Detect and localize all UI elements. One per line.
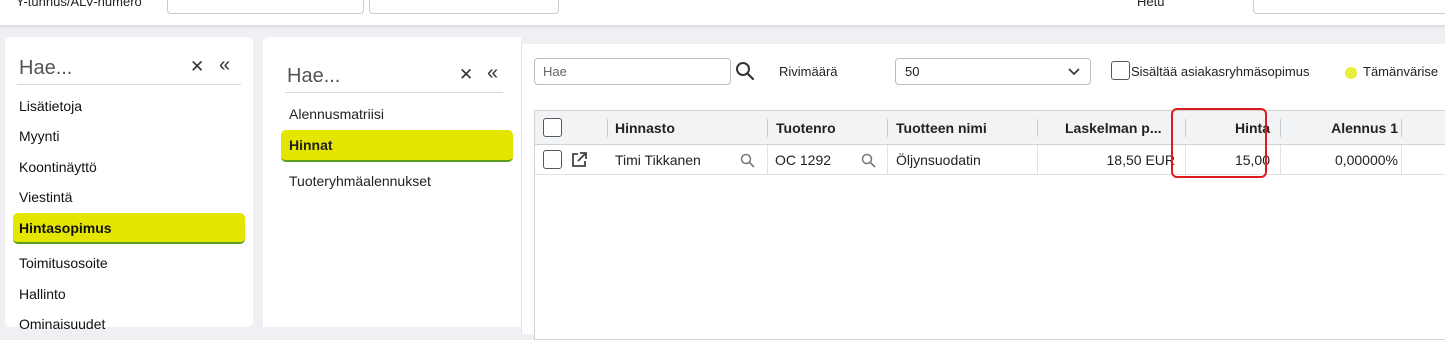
- grid-search-input[interactable]: Hae: [534, 58, 731, 85]
- subnav-item-alennusmatriisi[interactable]: Alennusmatriisi: [281, 100, 513, 128]
- cell-tuotteen-nimi[interactable]: Öljynsuodatin: [896, 145, 981, 175]
- cell-alennus-1[interactable]: 0,00000%: [1280, 145, 1398, 175]
- subnav-item-hinnat[interactable]: Hinnat: [281, 130, 513, 162]
- nav-item-viestinta[interactable]: Viestintä: [13, 183, 245, 211]
- rows-label: Rivimäärä: [779, 64, 838, 79]
- collapse-icon[interactable]: «: [219, 54, 230, 77]
- vat-number-input[interactable]: [167, 0, 364, 14]
- cell-tuotenro[interactable]: OC 1292: [775, 145, 831, 175]
- search-icon[interactable]: [861, 153, 876, 168]
- collapse-icon[interactable]: «: [487, 62, 498, 85]
- secondary-input[interactable]: [369, 0, 559, 14]
- vat-number-label: Y-tunnus/ALV-numero: [16, 0, 142, 9]
- price-grid: Hinnasto Tuotenro Tuotteen nimi Laskelma…: [534, 110, 1445, 340]
- mid-search[interactable]: Hae... ✕ «: [285, 59, 503, 93]
- left-search-input[interactable]: Hae...: [19, 57, 72, 80]
- search-icon[interactable]: [735, 61, 755, 81]
- cell-laskelman-hinta[interactable]: 18,50 EUR: [1037, 145, 1175, 175]
- column-header-alennus-1[interactable]: Alennus 1: [1280, 111, 1398, 145]
- rows-select[interactable]: 50: [895, 58, 1091, 85]
- column-header-hinnasto[interactable]: Hinnasto: [615, 111, 675, 145]
- nav-item-hintasopimus[interactable]: Hintasopimus: [13, 213, 245, 244]
- hetu-label: Hetu: [1137, 0, 1165, 9]
- row-checkbox[interactable]: [543, 150, 562, 169]
- close-icon[interactable]: ✕: [459, 65, 473, 85]
- chevron-down-icon: [1068, 68, 1080, 76]
- nav-item-hallinto[interactable]: Hallinto: [13, 280, 245, 308]
- open-external-icon[interactable]: [570, 151, 588, 169]
- top-header: Y-tunnus/ALV-numero Hetu: [0, 0, 1445, 26]
- search-icon[interactable]: [740, 153, 755, 168]
- column-header-laskelman[interactable]: Laskelman p...: [1065, 111, 1161, 145]
- left-nav-panel: Hae... ✕ « Lisätietoja Myynti Koontinäyt…: [5, 37, 253, 332]
- grid-header: Hinnasto Tuotenro Tuotteen nimi Laskelma…: [535, 111, 1445, 145]
- mid-search-input[interactable]: Hae...: [287, 65, 340, 88]
- table-row[interactable]: Timi Tikkanen OC 1292 Öljynsuodatin 18,5…: [535, 145, 1445, 175]
- main-content: Hae Rivimäärä 50 Sisältää asiakasryhmäso…: [521, 44, 1445, 340]
- customer-group-label: Sisältää asiakasryhmäsopimus: [1131, 64, 1310, 79]
- legend-color-dot: [1345, 67, 1357, 79]
- cell-hinnasto[interactable]: Timi Tikkanen: [615, 145, 701, 175]
- nav-item-toimitusosoite[interactable]: Toimitusosoite: [13, 249, 245, 277]
- column-header-tuotteen-nimi[interactable]: Tuotteen nimi: [896, 111, 987, 145]
- nav-item-lisatietoja[interactable]: Lisätietoja: [13, 92, 245, 120]
- sub-nav-panel: Hae... ✕ « Alennusmatriisi Hinnat Tuoter…: [263, 37, 521, 327]
- subnav-item-tuoteryhmaalennukset[interactable]: Tuoteryhmäalennukset: [281, 167, 513, 195]
- nav-item-myynti[interactable]: Myynti: [13, 122, 245, 150]
- nav-item-ominaisuudet[interactable]: Ominaisuudet: [13, 310, 245, 338]
- select-all-checkbox[interactable]: [543, 118, 562, 137]
- nav-item-koontinaytto[interactable]: Koontinäyttö: [13, 153, 245, 181]
- legend-label: Tämänvärise: [1363, 64, 1439, 79]
- customer-group-checkbox[interactable]: [1111, 61, 1130, 80]
- close-icon[interactable]: ✕: [190, 57, 204, 77]
- hetu-input[interactable]: [1253, 0, 1445, 14]
- column-header-tuotenro[interactable]: Tuotenro: [776, 111, 836, 145]
- hinta-highlight-box: [1171, 108, 1267, 178]
- left-search[interactable]: Hae... ✕ «: [17, 51, 241, 85]
